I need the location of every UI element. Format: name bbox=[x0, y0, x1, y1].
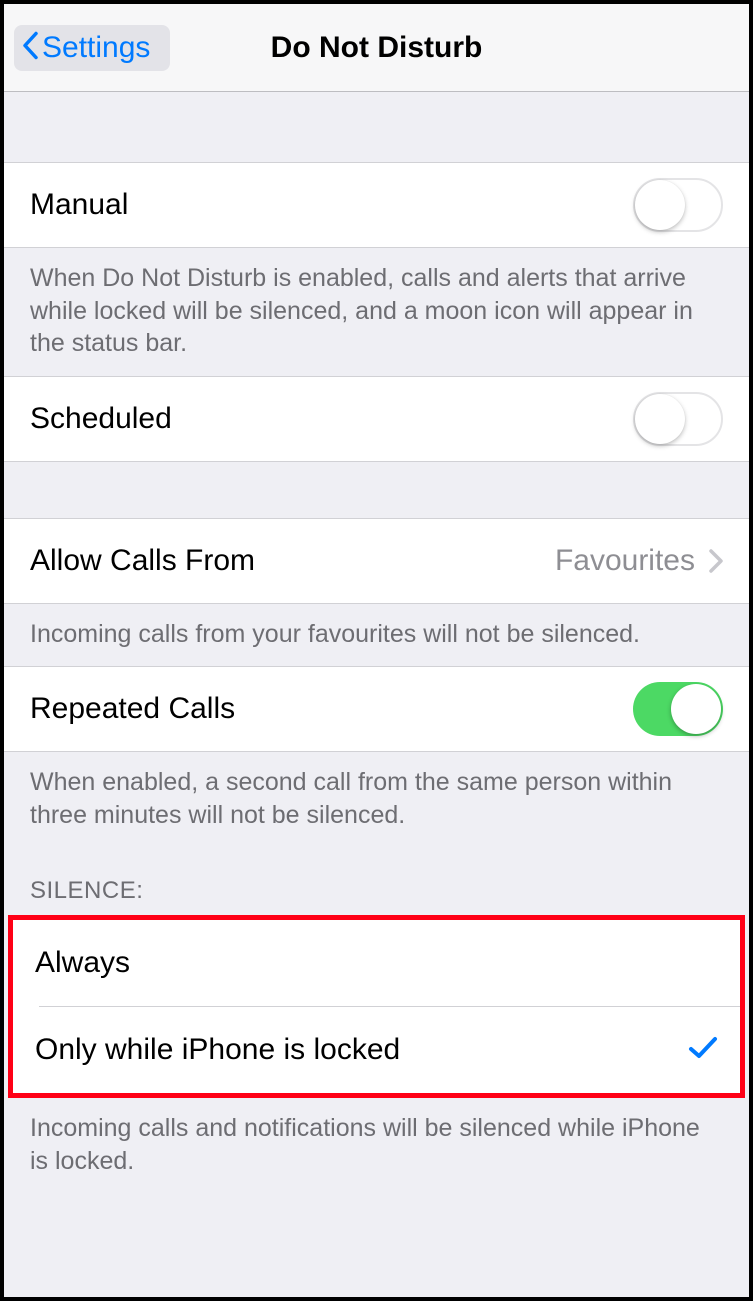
chevron-right-icon bbox=[709, 549, 723, 573]
silence-footer: Incoming calls and notifications will be… bbox=[4, 1098, 749, 1193]
silence-locked-row[interactable]: Only while iPhone is locked bbox=[13, 1007, 740, 1093]
section-spacer bbox=[4, 462, 749, 518]
checkmark-icon bbox=[688, 1036, 718, 1065]
repeated-calls-footer: When enabled, a second call from the sam… bbox=[4, 752, 749, 847]
allow-calls-row[interactable]: Allow Calls From Favourites bbox=[4, 518, 749, 604]
silence-locked-label: Only while iPhone is locked bbox=[35, 1033, 400, 1067]
back-label: Settings bbox=[42, 31, 150, 65]
row-accessory: Favourites bbox=[555, 544, 723, 578]
allow-calls-footer: Incoming calls from your favourites will… bbox=[4, 604, 749, 667]
back-button[interactable]: Settings bbox=[14, 25, 170, 71]
silence-header: SILENCE: bbox=[4, 847, 749, 915]
chevron-left-icon bbox=[22, 31, 38, 64]
silence-always-label: Always bbox=[35, 946, 130, 980]
silence-always-row[interactable]: Always bbox=[13, 920, 740, 1006]
silence-options-group: Always Only while iPhone is locked bbox=[13, 920, 740, 1093]
content-scroll[interactable]: Manual When Do Not Disturb is enabled, c… bbox=[4, 92, 749, 1297]
repeated-calls-toggle[interactable] bbox=[633, 682, 723, 736]
repeated-calls-row[interactable]: Repeated Calls bbox=[4, 666, 749, 752]
allow-calls-value: Favourites bbox=[555, 544, 695, 578]
manual-row[interactable]: Manual bbox=[4, 162, 749, 248]
app-frame: Settings Do Not Disturb Manual When Do N… bbox=[0, 0, 753, 1301]
manual-toggle[interactable] bbox=[633, 178, 723, 232]
toggle-knob bbox=[635, 180, 685, 230]
silence-options-highlight: Always Only while iPhone is locked bbox=[8, 915, 745, 1098]
toggle-knob bbox=[635, 394, 685, 444]
manual-footer: When Do Not Disturb is enabled, calls an… bbox=[4, 248, 749, 376]
manual-label: Manual bbox=[30, 188, 128, 222]
navigation-bar: Settings Do Not Disturb bbox=[4, 4, 749, 92]
allow-calls-label: Allow Calls From bbox=[30, 544, 255, 578]
scheduled-label: Scheduled bbox=[30, 402, 172, 436]
section-spacer bbox=[4, 92, 749, 162]
scheduled-toggle[interactable] bbox=[633, 392, 723, 446]
repeated-calls-label: Repeated Calls bbox=[30, 692, 235, 726]
scheduled-row[interactable]: Scheduled bbox=[4, 376, 749, 462]
toggle-knob bbox=[671, 684, 721, 734]
